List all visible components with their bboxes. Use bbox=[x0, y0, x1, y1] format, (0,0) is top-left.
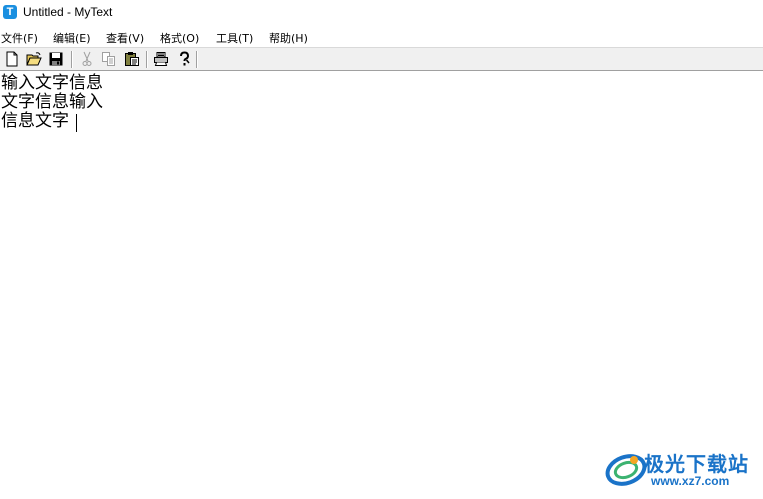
save-button[interactable] bbox=[48, 51, 64, 67]
watermark: 极光下载站 www.xz7.com bbox=[604, 446, 759, 492]
print-button[interactable] bbox=[153, 51, 169, 67]
print-icon bbox=[154, 52, 168, 66]
menu-edit[interactable]: 编辑(E) bbox=[53, 30, 91, 46]
menu-format[interactable]: 格式(O) bbox=[160, 30, 199, 46]
open-folder-icon bbox=[26, 52, 42, 66]
menu-tools[interactable]: 工具(T) bbox=[216, 30, 253, 46]
mytext-app-icon: T bbox=[3, 5, 17, 19]
copy-icon bbox=[102, 52, 115, 66]
paste-icon bbox=[125, 52, 139, 66]
help-button[interactable] bbox=[176, 51, 192, 67]
watermark-logo-icon bbox=[605, 454, 647, 486]
menu-bar: 文件(F) 编辑(E) 查看(V) 格式(O) 工具(T) 帮助(H) bbox=[0, 28, 763, 47]
cut-button[interactable] bbox=[79, 51, 95, 67]
menu-file[interactable]: 文件(F) bbox=[1, 30, 38, 46]
window-title: Untitled - MyText bbox=[23, 5, 113, 19]
new-file-icon bbox=[6, 51, 18, 67]
watermark-title: 极光下载站 bbox=[644, 452, 749, 476]
menu-view[interactable]: 查看(V) bbox=[106, 30, 144, 46]
paste-button[interactable] bbox=[124, 51, 140, 67]
text-editor-area[interactable]: 输入文字信息 文字信息输入 信息文字 bbox=[0, 72, 763, 499]
cut-icon bbox=[82, 51, 92, 66]
editor-line: 文字信息输入 bbox=[1, 92, 103, 112]
help-icon bbox=[180, 51, 190, 66]
mytext-window: T Untitled - MyText 文件(F) 编辑(E) 查看(V) 格式… bbox=[0, 0, 763, 499]
text-caret bbox=[76, 114, 77, 132]
editor-line: 信息文字 bbox=[1, 111, 69, 131]
new-file-button[interactable] bbox=[4, 51, 20, 67]
save-icon bbox=[49, 52, 63, 66]
menu-help[interactable]: 帮助(H) bbox=[269, 30, 308, 46]
watermark-url: www.xz7.com bbox=[651, 474, 730, 488]
open-file-button[interactable] bbox=[26, 51, 42, 67]
toolbar-separator bbox=[196, 51, 198, 68]
toolbar bbox=[0, 47, 763, 71]
toolbar-separator bbox=[146, 51, 148, 68]
title-bar: T Untitled - MyText bbox=[0, 0, 763, 26]
toolbar-separator bbox=[71, 51, 73, 68]
editor-line: 输入文字信息 bbox=[1, 73, 103, 93]
copy-button[interactable] bbox=[101, 51, 117, 67]
